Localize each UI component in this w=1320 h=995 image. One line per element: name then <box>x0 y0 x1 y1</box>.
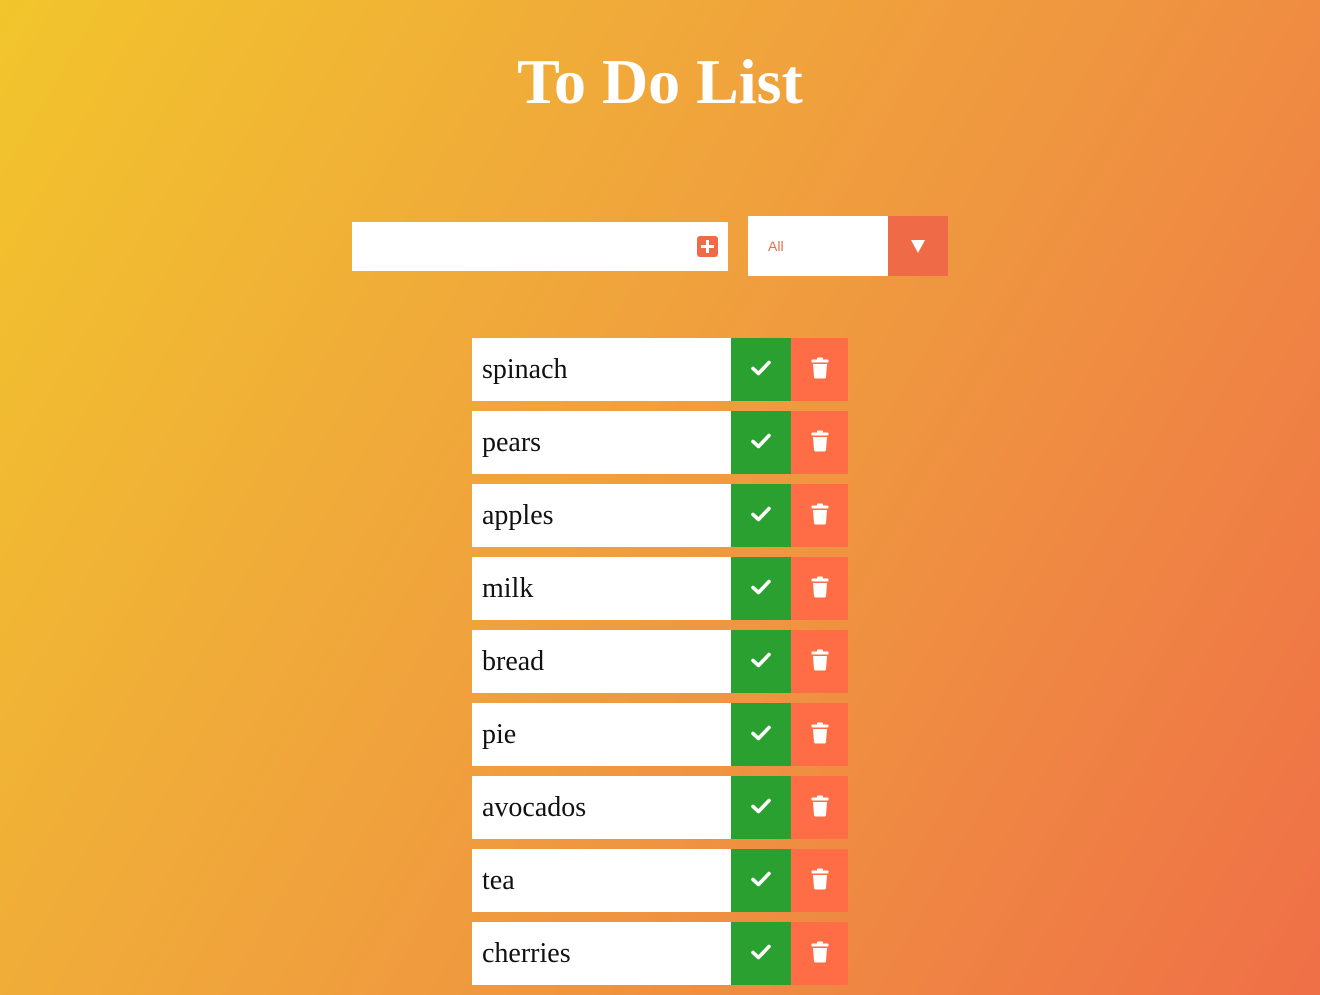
filter-selected-value: All <box>768 238 784 254</box>
trash-icon <box>811 722 828 744</box>
todo-item: avocados <box>472 776 848 839</box>
delete-button[interactable] <box>791 922 848 985</box>
trash-icon <box>811 649 828 671</box>
complete-button[interactable] <box>731 630 791 693</box>
trash-icon <box>811 868 828 890</box>
complete-button[interactable] <box>731 703 791 766</box>
todo-text: apples <box>482 500 554 531</box>
todo-text: pie <box>482 719 517 750</box>
check-icon <box>751 944 771 960</box>
check-icon <box>751 725 771 741</box>
complete-button[interactable] <box>731 849 791 912</box>
check-icon <box>751 433 771 449</box>
todo-item: tea <box>472 849 848 912</box>
todo-item: milk <box>472 557 848 620</box>
complete-button[interactable] <box>731 338 791 401</box>
todo-item: bread <box>472 630 848 693</box>
todo-text: tea <box>482 865 515 896</box>
delete-button[interactable] <box>791 776 848 839</box>
todo-input[interactable] <box>352 222 682 271</box>
page-title: To Do List <box>517 46 803 117</box>
delete-button[interactable] <box>791 484 848 547</box>
add-todo-form <box>352 222 728 271</box>
trash-icon <box>811 503 828 525</box>
todo-text: pears <box>482 427 542 458</box>
check-icon <box>751 506 771 522</box>
complete-button[interactable] <box>731 776 791 839</box>
delete-button[interactable] <box>791 849 848 912</box>
todo-item: cherries <box>472 922 848 985</box>
check-icon <box>751 798 771 814</box>
delete-button[interactable] <box>791 411 848 474</box>
todo-item: pie <box>472 703 848 766</box>
trash-icon <box>811 576 828 598</box>
add-todo-button[interactable] <box>697 236 718 257</box>
plus-square-icon <box>701 240 714 253</box>
complete-button[interactable] <box>731 484 791 547</box>
todo-text: avocados <box>482 792 587 823</box>
trash-icon <box>811 941 828 963</box>
check-icon <box>751 360 771 376</box>
delete-button[interactable] <box>791 630 848 693</box>
check-icon <box>751 579 771 595</box>
delete-button[interactable] <box>791 557 848 620</box>
check-icon <box>751 652 771 668</box>
delete-button[interactable] <box>791 703 848 766</box>
filter-dropdown-arrow[interactable] <box>888 216 948 276</box>
delete-button[interactable] <box>791 338 848 401</box>
complete-button[interactable] <box>731 411 791 474</box>
todo-list: spinach pears apples milk bread pie avocados te… <box>472 338 848 995</box>
todo-item: pears <box>472 411 848 474</box>
trash-icon <box>811 357 828 379</box>
todo-text: cherries <box>482 938 571 969</box>
filter-select[interactable]: All <box>748 216 948 276</box>
check-icon <box>751 871 771 887</box>
trash-icon <box>811 795 828 817</box>
trash-icon <box>811 430 828 452</box>
triangle-down-icon <box>911 240 925 253</box>
todo-item: apples <box>472 484 848 547</box>
todo-text: milk <box>482 573 534 604</box>
complete-button[interactable] <box>731 557 791 620</box>
complete-button[interactable] <box>731 922 791 985</box>
todo-item: spinach <box>472 338 848 401</box>
todo-text: spinach <box>482 354 568 385</box>
todo-text: bread <box>482 646 545 677</box>
